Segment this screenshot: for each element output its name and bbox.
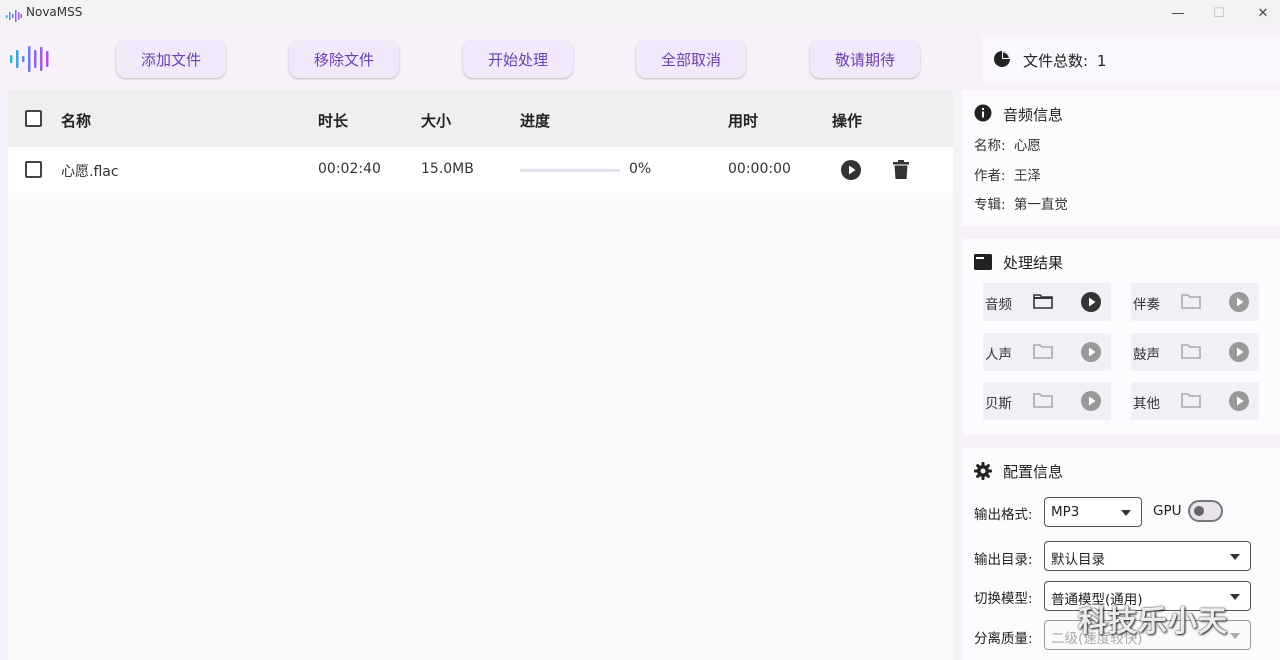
quality-label: 分离质量: bbox=[974, 631, 1033, 647]
play-icon[interactable] bbox=[841, 160, 861, 184]
window-title: NovaMSS bbox=[26, 5, 83, 19]
result-item-0: 音频 bbox=[983, 283, 1111, 321]
format-select[interactable]: MP3 bbox=[1044, 497, 1142, 527]
chevron-down-icon bbox=[1230, 554, 1240, 560]
progress-text: 0% bbox=[629, 161, 652, 177]
play-icon[interactable] bbox=[1229, 342, 1249, 366]
result-item-2: 人声 bbox=[983, 333, 1111, 371]
app-icon bbox=[6, 7, 22, 26]
pie-chart-icon bbox=[993, 50, 1011, 72]
output-dir-value: 默认目录 bbox=[1051, 552, 1105, 568]
file-table: 名称 时长 大小 进度 用时 操作 心愿.flac 00:02:40 15.0M… bbox=[8, 90, 953, 660]
result-label: 人声 bbox=[985, 347, 1012, 363]
info-name-value: 心愿 bbox=[1013, 138, 1041, 154]
results-title: 处理结果 bbox=[1003, 254, 1064, 272]
audio-info-title: 音频信息 bbox=[1003, 106, 1064, 124]
result-label: 其他 bbox=[1133, 396, 1160, 412]
folder-icon[interactable] bbox=[1181, 343, 1201, 363]
table-row[interactable]: 心愿.flac 00:02:40 15.0MB 0% 00:00:00 bbox=[8, 147, 953, 193]
play-icon[interactable] bbox=[1081, 342, 1101, 366]
close-button[interactable]: ✕ bbox=[1240, 0, 1280, 26]
result-label: 音频 bbox=[985, 297, 1012, 313]
file-name: 心愿.flac bbox=[61, 164, 119, 180]
delete-icon[interactable] bbox=[893, 160, 909, 183]
info-artist-value: 王泽 bbox=[1013, 168, 1041, 184]
play-icon[interactable] bbox=[1081, 292, 1101, 316]
file-duration: 00:02:40 bbox=[318, 161, 381, 177]
file-elapsed: 00:00:00 bbox=[728, 161, 791, 177]
info-artist-line: 作者: 王泽 bbox=[974, 164, 1041, 184]
folder-icon[interactable] bbox=[1033, 293, 1053, 313]
file-count-label-text: 文件总数: bbox=[1023, 52, 1089, 70]
info-artist-label: 作者: bbox=[974, 168, 1006, 184]
format-label: 输出格式: bbox=[974, 507, 1033, 523]
play-icon[interactable] bbox=[1229, 391, 1249, 415]
play-icon[interactable] bbox=[1081, 391, 1101, 415]
header-elapsed: 用时 bbox=[728, 112, 759, 130]
gpu-label: GPU bbox=[1153, 503, 1182, 519]
info-name-label: 名称: bbox=[974, 138, 1006, 154]
file-size: 15.0MB bbox=[421, 161, 474, 177]
file-count-value: 1 bbox=[1096, 52, 1107, 70]
result-label: 鼓声 bbox=[1133, 347, 1160, 363]
model-label: 切换模型: bbox=[974, 591, 1033, 607]
file-count-label: 文件总数: 1 bbox=[1023, 50, 1106, 71]
maximize-button[interactable]: ☐ bbox=[1196, 0, 1242, 26]
play-icon[interactable] bbox=[1229, 292, 1249, 316]
cancel-all-button[interactable]: 全部取消 bbox=[636, 40, 746, 78]
results-icon bbox=[974, 254, 992, 274]
add-file-button[interactable]: 添加文件 bbox=[116, 40, 226, 78]
result-item-5: 其他 bbox=[1131, 382, 1259, 420]
info-icon bbox=[974, 104, 992, 126]
info-album-label: 专辑: bbox=[974, 197, 1006, 213]
gear-icon bbox=[974, 462, 992, 484]
chevron-down-icon bbox=[1230, 633, 1240, 639]
info-name-line: 名称: 心愿 bbox=[974, 134, 1041, 154]
info-album-line: 专辑: 第一直觉 bbox=[974, 193, 1068, 213]
gpu-toggle[interactable] bbox=[1188, 500, 1223, 522]
progress-bar bbox=[520, 169, 620, 172]
result-item-1: 伴奏 bbox=[1131, 283, 1259, 321]
folder-icon[interactable] bbox=[1033, 343, 1053, 363]
header-actions: 操作 bbox=[832, 112, 863, 130]
header-size: 大小 bbox=[421, 112, 452, 130]
config-title: 配置信息 bbox=[1003, 463, 1064, 481]
output-dir-label: 输出目录: bbox=[974, 552, 1033, 568]
folder-icon[interactable] bbox=[1033, 392, 1053, 412]
result-item-4: 贝斯 bbox=[983, 382, 1111, 420]
format-value: MP3 bbox=[1051, 504, 1080, 520]
coming-soon-button[interactable]: 敬请期待 bbox=[810, 40, 920, 78]
info-album-value: 第一直觉 bbox=[1013, 197, 1068, 213]
title-bar: NovaMSS — ☐ ✕ bbox=[0, 0, 1280, 26]
folder-icon[interactable] bbox=[1181, 392, 1201, 412]
result-label: 伴奏 bbox=[1133, 297, 1160, 313]
row-checkbox[interactable] bbox=[25, 161, 42, 178]
audio-info-panel: 音频信息 名称: 心愿 作者: 王泽 专辑: 第一直觉 bbox=[962, 90, 1280, 226]
watermark: 科技乐小天 bbox=[1078, 604, 1229, 638]
table-header: 名称 时长 大小 进度 用时 操作 bbox=[8, 90, 953, 147]
result-label: 贝斯 bbox=[985, 396, 1012, 412]
gpu-toggle-knob bbox=[1194, 506, 1204, 516]
select-all-checkbox[interactable] bbox=[25, 110, 42, 127]
output-dir-select[interactable]: 默认目录 bbox=[1044, 541, 1251, 571]
chevron-down-icon bbox=[1121, 510, 1131, 516]
folder-icon[interactable] bbox=[1181, 293, 1201, 313]
start-processing-button[interactable]: 开始处理 bbox=[463, 40, 573, 78]
remove-file-button[interactable]: 移除文件 bbox=[289, 40, 399, 78]
app-logo-icon bbox=[8, 44, 54, 78]
result-item-3: 鼓声 bbox=[1131, 333, 1259, 371]
header-duration: 时长 bbox=[318, 112, 349, 130]
header-progress: 进度 bbox=[520, 112, 551, 130]
chevron-down-icon bbox=[1230, 594, 1240, 600]
header-name: 名称 bbox=[61, 112, 92, 130]
minimize-button[interactable]: — bbox=[1155, 0, 1201, 26]
